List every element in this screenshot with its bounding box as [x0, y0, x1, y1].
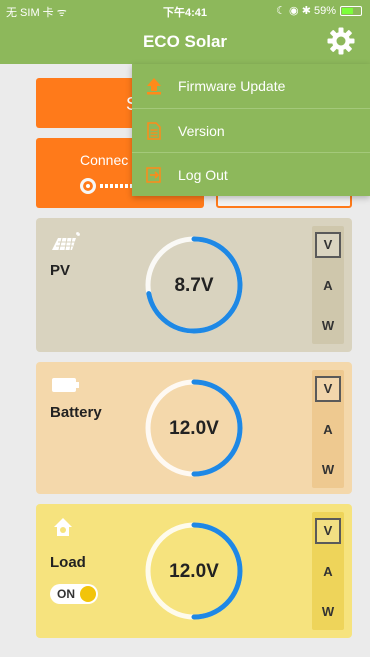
pv-unit-selector: V A W — [312, 226, 344, 344]
pv-reading: 8.7V — [174, 275, 214, 296]
home-icon — [54, 518, 72, 536]
app-title: ECO Solar — [142, 32, 228, 51]
unit-v-button[interactable]: V — [315, 232, 341, 258]
document-icon — [147, 122, 161, 140]
switch-knob — [80, 586, 96, 602]
pv-label: PV — [50, 262, 71, 279]
unit-w-button[interactable]: W — [315, 458, 341, 484]
load-card[interactable]: Load ON 12.0V V A W — [36, 504, 352, 638]
load-on-switch[interactable]: ON — [50, 584, 98, 604]
menu-item-label: Version — [178, 123, 225, 139]
pv-card[interactable]: PV 8.7V V A W — [36, 218, 352, 352]
battery-unit-selector: V A W — [312, 370, 344, 488]
unit-w-button[interactable]: W — [315, 600, 341, 626]
connect-toggle[interactable] — [80, 178, 136, 194]
gear-icon[interactable] — [326, 26, 356, 56]
switch-label: ON — [57, 587, 75, 601]
unit-v-button[interactable]: V — [315, 518, 341, 544]
toggle-knob — [80, 178, 96, 194]
connect-button-label: Connec — [80, 152, 129, 168]
settings-menu: Firmware Update Version Log Out — [132, 64, 370, 196]
battery-label: Battery — [50, 404, 102, 421]
menu-item-version[interactable]: Version — [132, 108, 370, 152]
unit-v-button[interactable]: V — [315, 376, 341, 402]
status-bar: 无 SIM 卡 ᯤ 下午4:41 ☾ ◉ ✱ 59% — [0, 0, 370, 20]
unit-a-button[interactable]: A — [315, 418, 341, 444]
battery-status-icon — [340, 5, 362, 16]
unit-w-button[interactable]: W — [315, 314, 341, 340]
menu-item-log-out[interactable]: Log Out — [132, 152, 370, 196]
menu-item-firmware-update[interactable]: Firmware Update — [132, 64, 370, 108]
load-reading: 12.0V — [169, 561, 219, 582]
load-label: Load — [50, 554, 86, 571]
battery-reading: 12.0V — [169, 418, 219, 439]
menu-item-label: Firmware Update — [178, 78, 286, 94]
unit-a-button[interactable]: A — [315, 274, 341, 300]
battery-icon — [52, 378, 79, 392]
app-header: ECO Solar — [0, 20, 370, 64]
status-right: ☾ ◉ ✱ 59% — [276, 4, 362, 17]
logout-icon — [146, 167, 161, 183]
solar-panel-icon — [52, 232, 80, 251]
status-icons-text: ☾ ◉ ✱ 59% — [276, 5, 336, 17]
menu-item-label: Log Out — [178, 167, 228, 183]
unit-a-button[interactable]: A — [315, 560, 341, 586]
upload-icon — [147, 78, 161, 95]
load-unit-selector: V A W — [312, 512, 344, 630]
toggle-track — [100, 184, 134, 188]
battery-card[interactable]: Battery 12.0V V A W — [36, 362, 352, 494]
